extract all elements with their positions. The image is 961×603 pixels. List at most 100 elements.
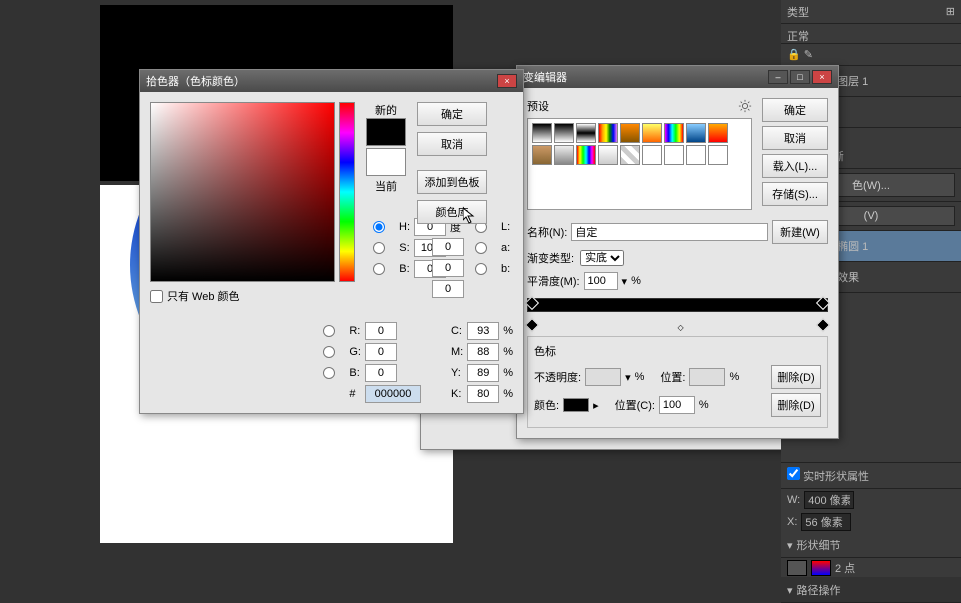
- bb-radio[interactable]: [313, 367, 345, 379]
- preset-swatch[interactable]: [642, 145, 662, 165]
- current-color-swatch[interactable]: [366, 148, 406, 176]
- pos2-label: 位置(C):: [615, 397, 655, 413]
- preset-swatch[interactable]: [532, 145, 552, 165]
- color-stop-right[interactable]: [816, 318, 830, 332]
- close-button[interactable]: ×: [497, 74, 517, 88]
- delete-color-button[interactable]: 删除(D): [771, 393, 821, 417]
- g-input[interactable]: [365, 343, 397, 361]
- maximize-button[interactable]: □: [790, 70, 810, 84]
- new-color-swatch: [366, 118, 406, 146]
- gradient-editor-dialog: 变编辑器 – □ × 预设 确定 取消 载入(L: [516, 65, 839, 439]
- preset-swatch[interactable]: [708, 123, 728, 143]
- midpoint-icon[interactable]: ◇: [678, 323, 684, 332]
- stops-title: 色标: [534, 343, 821, 359]
- c-input[interactable]: [467, 322, 499, 340]
- preset-swatch[interactable]: [598, 123, 618, 143]
- color-picker-title: 拾色器（色标颜色）: [146, 73, 245, 89]
- smooth-label: 平滑度(M):: [527, 273, 580, 289]
- y-input[interactable]: [467, 364, 499, 382]
- hex-input[interactable]: [365, 385, 421, 403]
- preset-swatch[interactable]: [620, 123, 640, 143]
- preset-swatch[interactable]: [642, 123, 662, 143]
- preset-swatch[interactable]: [620, 145, 640, 165]
- preset-swatch[interactable]: [598, 145, 618, 165]
- pos-input[interactable]: [689, 368, 725, 386]
- opacity-label: 不透明度:: [534, 369, 581, 385]
- pos2-input[interactable]: [659, 396, 695, 414]
- type-select[interactable]: 实底: [580, 250, 624, 266]
- gradient-editor-titlebar[interactable]: 变编辑器 – □ ×: [517, 66, 838, 88]
- delete-opacity-button[interactable]: 删除(D): [771, 365, 821, 389]
- gear-icon[interactable]: [738, 99, 752, 113]
- s-radio[interactable]: [363, 242, 395, 254]
- hue-slider[interactable]: [339, 102, 355, 282]
- fill-swatch[interactable]: [787, 560, 807, 576]
- a-input[interactable]: [432, 259, 464, 277]
- cancel-button[interactable]: 取消: [417, 132, 487, 156]
- r-radio[interactable]: [313, 325, 345, 337]
- cancel-button[interactable]: 取消: [762, 126, 828, 150]
- new-label: 新的: [363, 102, 409, 118]
- color-field[interactable]: [150, 102, 335, 282]
- presets-label: 预设: [527, 98, 549, 114]
- chevron-right-icon[interactable]: ▸: [593, 399, 599, 412]
- lock-icon[interactable]: 🔒: [787, 48, 801, 61]
- color-picker-titlebar[interactable]: 拾色器（色标颜色） ×: [140, 70, 523, 92]
- pos-label: 位置:: [660, 369, 685, 385]
- g-radio[interactable]: [313, 346, 345, 358]
- close-button[interactable]: ×: [812, 70, 832, 84]
- preset-swatch[interactable]: [686, 145, 706, 165]
- k-input[interactable]: [467, 385, 499, 403]
- l-input[interactable]: [432, 238, 464, 256]
- shape-attr-check[interactable]: 实时形状属性: [787, 471, 869, 483]
- minimize-button[interactable]: –: [768, 70, 788, 84]
- opacity-input[interactable]: [585, 368, 621, 386]
- color-stop-left[interactable]: [525, 318, 539, 332]
- preset-swatch[interactable]: [576, 145, 596, 165]
- w-input[interactable]: [804, 491, 854, 509]
- load-button[interactable]: 载入(L)...: [762, 154, 828, 178]
- preset-swatch[interactable]: [686, 123, 706, 143]
- add-swatch-button[interactable]: 添加到色板: [417, 170, 487, 194]
- type-panel-label: 类型: [787, 4, 809, 20]
- type-label: 渐变类型:: [527, 250, 574, 266]
- name-label: 名称(N):: [527, 224, 567, 240]
- gradient-editor-title: 变编辑器: [523, 69, 567, 85]
- ok-button[interactable]: 确定: [762, 98, 828, 122]
- smooth-unit: %: [631, 275, 641, 287]
- dropdown-icon[interactable]: ▾: [622, 275, 628, 288]
- preset-swatch[interactable]: [532, 123, 552, 143]
- x-input[interactable]: [801, 513, 851, 531]
- blab-input[interactable]: [432, 280, 464, 298]
- color-libraries-button[interactable]: 颜色库: [417, 200, 487, 224]
- name-input[interactable]: [571, 223, 768, 241]
- blend-mode[interactable]: 正常: [787, 31, 809, 43]
- ok-button[interactable]: 确定: [417, 102, 487, 126]
- brush-icon[interactable]: ✎: [804, 48, 813, 61]
- bb-input[interactable]: [365, 364, 397, 382]
- preset-swatch[interactable]: [664, 123, 684, 143]
- preset-swatch[interactable]: [664, 145, 684, 165]
- color-label: 颜色:: [534, 397, 559, 413]
- chevron-down-icon[interactable]: ▾: [787, 539, 793, 552]
- color-picker-dialog: 拾色器（色标颜色） × 只有 Web 颜色 新的 当前 H: [139, 69, 524, 414]
- preset-swatch[interactable]: [554, 123, 574, 143]
- color-well[interactable]: [563, 398, 589, 412]
- new-button[interactable]: 新建(W): [772, 220, 828, 244]
- gradient-bar[interactable]: ◇: [527, 298, 828, 330]
- bv-radio[interactable]: [363, 263, 395, 275]
- r-input[interactable]: [365, 322, 397, 340]
- smooth-input[interactable]: [584, 272, 618, 290]
- preset-swatch[interactable]: [554, 145, 574, 165]
- preset-swatch[interactable]: [708, 145, 728, 165]
- chevron-down-icon[interactable]: ▾: [787, 584, 793, 597]
- stroke-swatch[interactable]: [811, 560, 831, 576]
- h-radio[interactable]: [363, 221, 395, 233]
- preset-swatches[interactable]: [527, 118, 752, 210]
- current-label: 当前: [363, 178, 409, 194]
- dropdown-icon[interactable]: ▾: [625, 371, 631, 384]
- m-input[interactable]: [467, 343, 499, 361]
- preset-swatch[interactable]: [576, 123, 596, 143]
- save-button[interactable]: 存储(S)...: [762, 182, 828, 206]
- web-only-checkbox[interactable]: 只有 Web 颜色: [150, 288, 355, 304]
